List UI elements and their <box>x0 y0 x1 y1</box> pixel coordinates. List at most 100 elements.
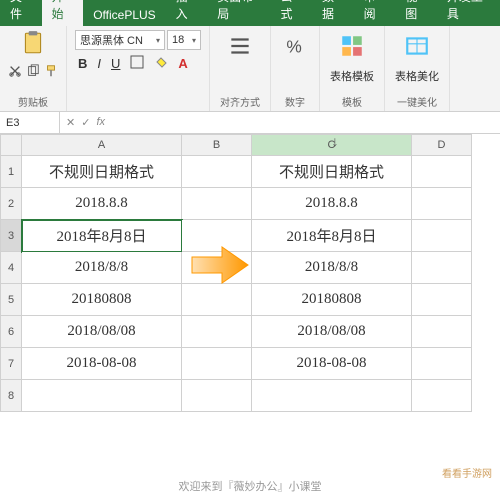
tab-insert[interactable]: 插入 <box>166 0 208 26</box>
format-painter-button[interactable] <box>44 64 58 81</box>
footer-text: 欢迎来到『薇妙办公』小课堂 <box>0 478 500 494</box>
tab-data[interactable]: 数据 <box>312 0 354 26</box>
cell-b4[interactable] <box>182 252 252 284</box>
group-label-alignment: 对齐方式 <box>220 94 260 109</box>
cell-a2[interactable]: 2018.8.8 <box>22 188 182 220</box>
ribbon-tabs: 文件 开始 OfficePLUS 插入 页面布局 公式 数据 审阅 视图 开发工… <box>0 0 500 26</box>
tab-layout[interactable]: 页面布局 <box>207 0 270 26</box>
font-name-value: 思源黑体 CN <box>80 32 143 48</box>
tab-view[interactable]: 视图 <box>395 0 437 26</box>
cell-d7[interactable] <box>412 348 472 380</box>
cell-d8[interactable] <box>412 380 472 412</box>
cell-c5[interactable]: 20180808 <box>252 284 412 316</box>
column-headers: A B C↓ D <box>22 134 500 156</box>
bold-button[interactable]: B <box>75 55 90 72</box>
fx-button[interactable]: fx <box>96 116 105 129</box>
cell-b7[interactable] <box>182 348 252 380</box>
col-header-a[interactable]: A <box>22 134 182 156</box>
beautify-button[interactable] <box>403 32 431 60</box>
row-header-8[interactable]: 8 <box>0 380 22 412</box>
col-header-c[interactable]: C↓ <box>252 134 412 156</box>
name-box[interactable]: E3 <box>0 112 60 133</box>
font-size-value: 18 <box>172 34 184 46</box>
grid: 不规则日期格式 不规则日期格式 2018.8.8 2018.8.8 2018年8月8… <box>22 156 500 412</box>
cancel-formula-button[interactable]: ✕ <box>66 116 75 129</box>
cell-a7[interactable]: 2018-08-08 <box>22 348 182 380</box>
cell-d3[interactable] <box>412 220 472 252</box>
cell-a1[interactable]: 不规则日期格式 <box>22 156 182 188</box>
col-header-b[interactable]: B <box>182 134 252 156</box>
cell-b6[interactable] <box>182 316 252 348</box>
row-header-4[interactable]: 4 <box>0 252 22 284</box>
copy-button[interactable] <box>26 64 40 81</box>
cell-c7[interactable]: 2018-08-08 <box>252 348 412 380</box>
cell-c6[interactable]: 2018/08/08 <box>252 316 412 348</box>
cell-d2[interactable] <box>412 188 472 220</box>
cell-a8[interactable] <box>22 380 182 412</box>
font-name-select[interactable]: 思源黑体 CN ▾ <box>75 30 165 50</box>
tab-file[interactable]: 文件 <box>0 0 42 26</box>
alignment-button[interactable] <box>226 32 254 60</box>
tab-home[interactable]: 开始 <box>42 0 84 26</box>
row-header-1[interactable]: 1 <box>0 156 22 188</box>
cell-a3[interactable]: 2018年8月8日 <box>22 220 182 252</box>
chevron-down-icon: ▾ <box>156 36 160 45</box>
cell-a6[interactable]: 2018/08/08 <box>22 316 182 348</box>
cell-d6[interactable] <box>412 316 472 348</box>
border-button[interactable] <box>127 54 147 73</box>
row-header-3[interactable]: 3 <box>0 220 22 252</box>
group-templates: 表格模板 模板 <box>320 26 385 111</box>
cell-d4[interactable] <box>412 252 472 284</box>
percent-icon: % <box>282 33 308 59</box>
group-number: % 数字 <box>271 26 320 111</box>
group-label-beautify: 一键美化 <box>397 94 437 109</box>
confirm-formula-button[interactable]: ✓ <box>81 116 90 129</box>
tab-developer[interactable]: 开发工具 <box>437 0 500 26</box>
cell-c2[interactable]: 2018.8.8 <box>252 188 412 220</box>
tab-review[interactable]: 审阅 <box>354 0 396 26</box>
row-headers: 1 2 3 4 5 6 7 8 <box>0 134 22 412</box>
paste-button[interactable] <box>19 30 47 60</box>
row-header-7[interactable]: 7 <box>0 348 22 380</box>
group-font: 思源黑体 CN ▾ 18 ▾ B I U A <box>67 26 210 111</box>
cell-a4[interactable]: 2018/8/8 <box>22 252 182 284</box>
underline-button[interactable]: U <box>108 55 123 72</box>
cut-button[interactable] <box>8 64 22 81</box>
cell-a5[interactable]: 20180808 <box>22 284 182 316</box>
grid-icon <box>339 33 365 59</box>
row-header-5[interactable]: 5 <box>0 284 22 316</box>
cell-b3[interactable] <box>182 220 252 252</box>
copy-icon <box>26 64 40 78</box>
italic-button[interactable]: I <box>94 55 104 72</box>
group-beautify: 表格美化 一键美化 <box>385 26 450 111</box>
group-clipboard: 剪贴板 <box>0 26 67 111</box>
templates-label: 表格模板 <box>330 68 374 84</box>
svg-text:%: % <box>286 37 301 57</box>
fill-color-button[interactable] <box>151 54 171 73</box>
row-header-6[interactable]: 6 <box>0 316 22 348</box>
group-label-font <box>75 98 201 109</box>
cell-c1[interactable]: 不规则日期格式 <box>252 156 412 188</box>
row-header-2[interactable]: 2 <box>0 188 22 220</box>
scissors-icon <box>8 64 22 78</box>
cell-b2[interactable] <box>182 188 252 220</box>
worksheet: 1 2 3 4 5 6 7 8 A B C↓ D 不规则日期格式 不规则日期格式 … <box>0 134 500 412</box>
cell-d1[interactable] <box>412 156 472 188</box>
cell-b5[interactable] <box>182 284 252 316</box>
chevron-down-icon: ▾ <box>192 36 196 45</box>
font-color-button[interactable]: A <box>175 55 190 72</box>
font-size-select[interactable]: 18 ▾ <box>167 30 201 50</box>
cell-d5[interactable] <box>412 284 472 316</box>
templates-button[interactable] <box>338 32 366 60</box>
col-header-d[interactable]: D <box>412 134 472 156</box>
number-format-button[interactable]: % <box>281 32 309 60</box>
select-all-corner[interactable] <box>0 134 22 156</box>
cell-b8[interactable] <box>182 380 252 412</box>
cell-c3[interactable]: 2018年8月8日 <box>252 220 412 252</box>
cell-c8[interactable] <box>252 380 412 412</box>
cell-c4[interactable]: 2018/8/8 <box>252 252 412 284</box>
cell-b1[interactable] <box>182 156 252 188</box>
tab-officeplus[interactable]: OfficePLUS <box>83 4 165 26</box>
group-label-templates: 模板 <box>342 94 362 109</box>
tab-formulas[interactable]: 公式 <box>270 0 312 26</box>
